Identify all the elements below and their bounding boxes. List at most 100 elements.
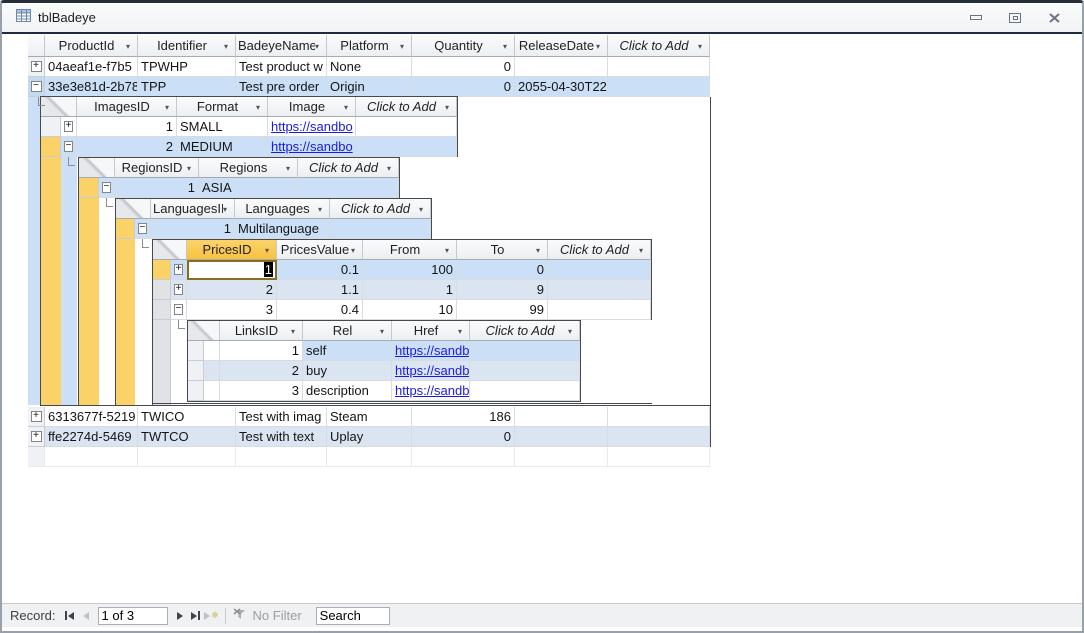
collapse-minus-icon[interactable]: −: [30, 81, 42, 92]
cell-pricesvalue[interactable]: 1.1: [277, 280, 363, 300]
dropdown-arrow-icon[interactable]: ▾: [568, 325, 579, 336]
cell-rel[interactable]: self: [303, 341, 392, 361]
expand-plus-icon[interactable]: +: [30, 431, 42, 442]
column-header-identifier[interactable]: Identifier ▾: [138, 35, 236, 57]
expand-plus-icon[interactable]: +: [174, 284, 183, 295]
cell-badeyename[interactable]: Test product w: [236, 57, 327, 77]
dropdown-arrow-icon[interactable]: ▾: [126, 40, 137, 51]
search-input[interactable]: [315, 606, 390, 625]
column-header-click-to-add[interactable]: Click to Add ▾: [470, 321, 580, 341]
dropdown-arrow-icon[interactable]: ▾: [223, 203, 234, 214]
cell-href-link[interactable]: https://sandbo: [392, 361, 470, 381]
cell-href-link[interactable]: https://sandbo: [392, 381, 470, 401]
cell-quantity[interactable]: 0: [412, 57, 515, 77]
cell-productid[interactable]: 6313677f-5219: [45, 407, 138, 427]
column-header-pricesvalue[interactable]: PricesValue ▾: [277, 240, 363, 260]
subdatasheet-corner[interactable]: [188, 321, 220, 341]
empty-cell[interactable]: [236, 447, 327, 467]
record-position-box[interactable]: [97, 606, 168, 625]
cell-pricesid[interactable]: 3: [187, 300, 277, 320]
next-record-button[interactable]: [172, 608, 188, 624]
restore-button[interactable]: [1007, 11, 1023, 25]
dropdown-arrow-icon[interactable]: ▾: [318, 203, 329, 214]
cell-platform[interactable]: Origin: [327, 77, 412, 97]
column-header-click-to-add[interactable]: Click to Add ▾: [330, 199, 431, 219]
cell-identifier[interactable]: TWTCO: [138, 427, 236, 447]
cell-href-link[interactable]: https://sandbo: [392, 341, 470, 361]
cell-platform[interactable]: None: [327, 57, 412, 77]
cell-pricesvalue[interactable]: 0.1: [277, 260, 363, 280]
dropdown-arrow-icon[interactable]: ▾: [458, 325, 469, 336]
subdatasheet-corner[interactable]: [116, 199, 151, 219]
row-selector[interactable]: +: [28, 57, 45, 77]
column-header-languages[interactable]: Languages ▾: [235, 199, 330, 219]
empty-cell[interactable]: [138, 447, 236, 467]
last-record-button[interactable]: [188, 608, 204, 624]
dropdown-arrow-icon[interactable]: ▾: [286, 162, 297, 173]
empty-cell[interactable]: [470, 341, 580, 361]
dropdown-arrow-icon[interactable]: ▾: [698, 40, 709, 51]
subdatasheet-corner[interactable]: [153, 240, 187, 260]
cell-releasedate[interactable]: [515, 407, 608, 427]
column-header-to[interactable]: To ▾: [457, 240, 548, 260]
row-selector-header[interactable]: [28, 35, 45, 57]
cell-linksid[interactable]: 2: [220, 361, 303, 381]
dropdown-arrow-icon[interactable]: ▾: [256, 101, 267, 112]
cell-identifier[interactable]: TPWHP: [138, 57, 236, 77]
row-selector[interactable]: −: [28, 77, 45, 97]
collapse-minus-icon[interactable]: −: [138, 223, 147, 234]
dropdown-arrow-icon[interactable]: ▾: [380, 325, 391, 336]
row-selector[interactable]: [188, 341, 204, 361]
empty-cell[interactable]: [548, 260, 651, 280]
subdatasheet-corner[interactable]: [79, 158, 115, 178]
cell-badeyename[interactable]: Test pre order: [236, 77, 327, 97]
empty-cell[interactable]: [356, 137, 457, 157]
dropdown-arrow-icon[interactable]: ▾: [265, 244, 276, 255]
row-selector[interactable]: +: [28, 427, 45, 447]
column-header-quantity[interactable]: Quantity ▾: [412, 35, 515, 57]
column-header-platform[interactable]: Platform ▾: [327, 35, 412, 57]
empty-cell[interactable]: [548, 300, 651, 320]
cell-region[interactable]: ASIA: [199, 178, 298, 198]
cell-image-link[interactable]: https://sandbo: [268, 117, 356, 137]
cell-linksid[interactable]: 1: [220, 341, 303, 361]
dropdown-arrow-icon[interactable]: ▾: [351, 244, 362, 255]
column-header-click-to-add[interactable]: Click to Add ▾: [356, 97, 457, 117]
cell-productid[interactable]: ffe2274d-5469: [45, 427, 138, 447]
column-header-productid[interactable]: ProductId ▾: [45, 35, 138, 57]
cell-languagesid[interactable]: 1: [151, 219, 235, 239]
subdatasheet-corner[interactable]: [41, 97, 77, 117]
dropdown-arrow-icon[interactable]: ▾: [224, 40, 235, 51]
cell-click-to-add[interactable]: [608, 407, 710, 427]
dropdown-arrow-icon[interactable]: ▾: [639, 244, 650, 255]
column-header-regionsid[interactable]: RegionsID ▾: [115, 158, 199, 178]
empty-cell[interactable]: [298, 178, 399, 198]
empty-cell[interactable]: [608, 447, 710, 467]
cell-image-link[interactable]: https://sandbo: [268, 137, 356, 157]
cell-click-to-add[interactable]: [608, 57, 710, 77]
collapse-minus-icon[interactable]: −: [64, 141, 73, 152]
empty-cell[interactable]: [327, 447, 412, 467]
cell-pricesvalue[interactable]: 0.4: [277, 300, 363, 320]
column-header-image[interactable]: Image ▾: [268, 97, 356, 117]
column-header-click-to-add[interactable]: Click to Add ▾: [608, 35, 710, 57]
column-header-from[interactable]: From ▾: [363, 240, 457, 260]
empty-cell[interactable]: [330, 219, 431, 239]
column-header-click-to-add[interactable]: Click to Add ▾: [298, 158, 399, 178]
expand-plus-icon[interactable]: +: [30, 411, 42, 422]
cell-pricesid-active[interactable]: 1: [187, 260, 277, 280]
column-header-regions[interactable]: Regions ▾: [199, 158, 298, 178]
cell-from[interactable]: 1: [363, 280, 457, 300]
collapse-minus-icon[interactable]: −: [174, 304, 183, 315]
row-selector[interactable]: [188, 381, 204, 401]
column-header-imagesid[interactable]: ImagesID ▾: [77, 97, 177, 117]
cell-rel[interactable]: description: [303, 381, 392, 401]
dropdown-arrow-icon[interactable]: ▾: [445, 101, 456, 112]
cell-productid[interactable]: 04aeaf1e-f7b5: [45, 57, 138, 77]
cell-rel[interactable]: buy: [303, 361, 392, 381]
cell-productid[interactable]: 33e3e81d-2b78: [45, 77, 138, 97]
cell-badeyename[interactable]: Test with imag: [236, 407, 327, 427]
cell-click-to-add[interactable]: [608, 77, 710, 97]
column-header-click-to-add[interactable]: Click to Add ▾: [548, 240, 651, 260]
cell-releasedate[interactable]: [515, 427, 608, 447]
